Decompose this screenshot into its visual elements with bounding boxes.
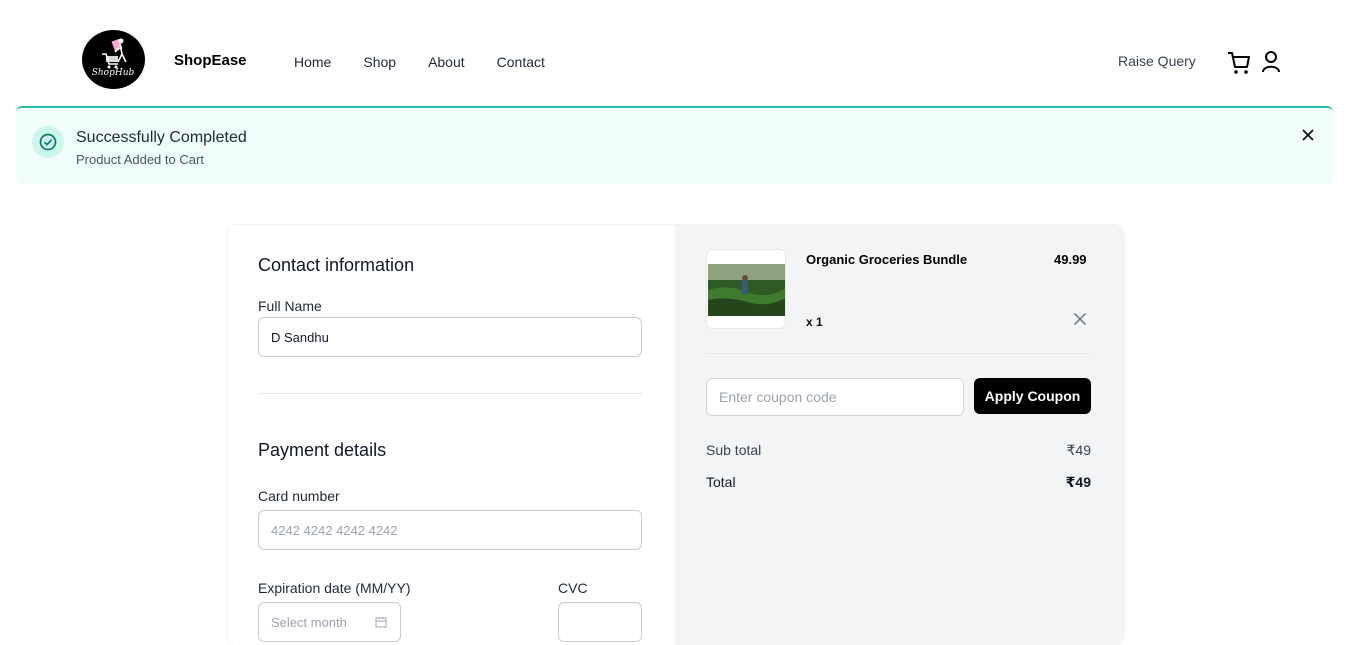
checkout-card: Contact information Full Name D Sandhu P…: [227, 225, 1124, 645]
top-navigation: ShopHub ShopEase Home Shop About Contact…: [0, 0, 1348, 106]
cart-icon[interactable]: [1226, 50, 1252, 76]
logo-wordmark: ShopHub: [92, 68, 135, 78]
raise-query-link[interactable]: Raise Query: [1118, 53, 1196, 69]
main-nav: Home Shop About Contact: [294, 54, 577, 70]
expiry-label: Expiration date (MM/YY): [258, 580, 411, 596]
expiry-placeholder: Select month: [271, 615, 347, 630]
product-name[interactable]: Organic Groceries Bundle: [806, 252, 967, 267]
remove-item-icon[interactable]: [1073, 312, 1087, 326]
payment-heading: Payment details: [258, 440, 387, 460]
cvc-label: CVC: [558, 580, 588, 596]
nav-contact[interactable]: Contact: [497, 54, 545, 70]
total-label: Total: [706, 474, 736, 490]
apply-coupon-button[interactable]: Apply Coupon: [974, 378, 1091, 414]
full-name-label: Full Name: [258, 298, 322, 314]
total-value: ₹49: [1065, 474, 1091, 490]
check-circle-icon: [32, 126, 64, 158]
order-summary: Organic Groceries Bundle 49.99 x 1 Enter…: [675, 225, 1124, 645]
subtotal-label: Sub total: [706, 442, 762, 458]
full-name-input[interactable]: D Sandhu: [258, 317, 642, 357]
close-icon[interactable]: [1301, 128, 1315, 142]
summary-divider: [706, 353, 1091, 354]
expiry-input[interactable]: Select month: [258, 602, 401, 642]
success-toast: Successfully Completed Product Added to …: [16, 106, 1333, 184]
product-thumbnail: [706, 249, 786, 329]
user-icon[interactable]: [1260, 50, 1282, 74]
cvc-input[interactable]: [558, 602, 642, 642]
shophub-logo[interactable]: ShopHub: [82, 30, 145, 89]
subtotal-value: ₹49: [1066, 442, 1091, 458]
card-number-input[interactable]: 4242 4242 4242 4242: [258, 510, 642, 550]
section-divider: [258, 393, 642, 394]
card-number-label: Card number: [258, 488, 340, 504]
toast-message: Product Added to Cart: [76, 152, 204, 167]
nav-shop[interactable]: Shop: [363, 54, 396, 70]
calendar-icon: [375, 617, 387, 628]
brand-name[interactable]: ShopEase: [174, 52, 247, 69]
contact-heading: Contact information: [258, 255, 415, 275]
product-price: 49.99: [1054, 252, 1087, 267]
nav-home[interactable]: Home: [294, 54, 331, 70]
coupon-input[interactable]: Enter coupon code: [706, 378, 964, 416]
checkout-form: Contact information Full Name D Sandhu P…: [227, 225, 675, 645]
product-quantity: x 1: [806, 315, 823, 329]
nav-about[interactable]: About: [428, 54, 465, 70]
toast-title: Successfully Completed: [76, 129, 247, 146]
